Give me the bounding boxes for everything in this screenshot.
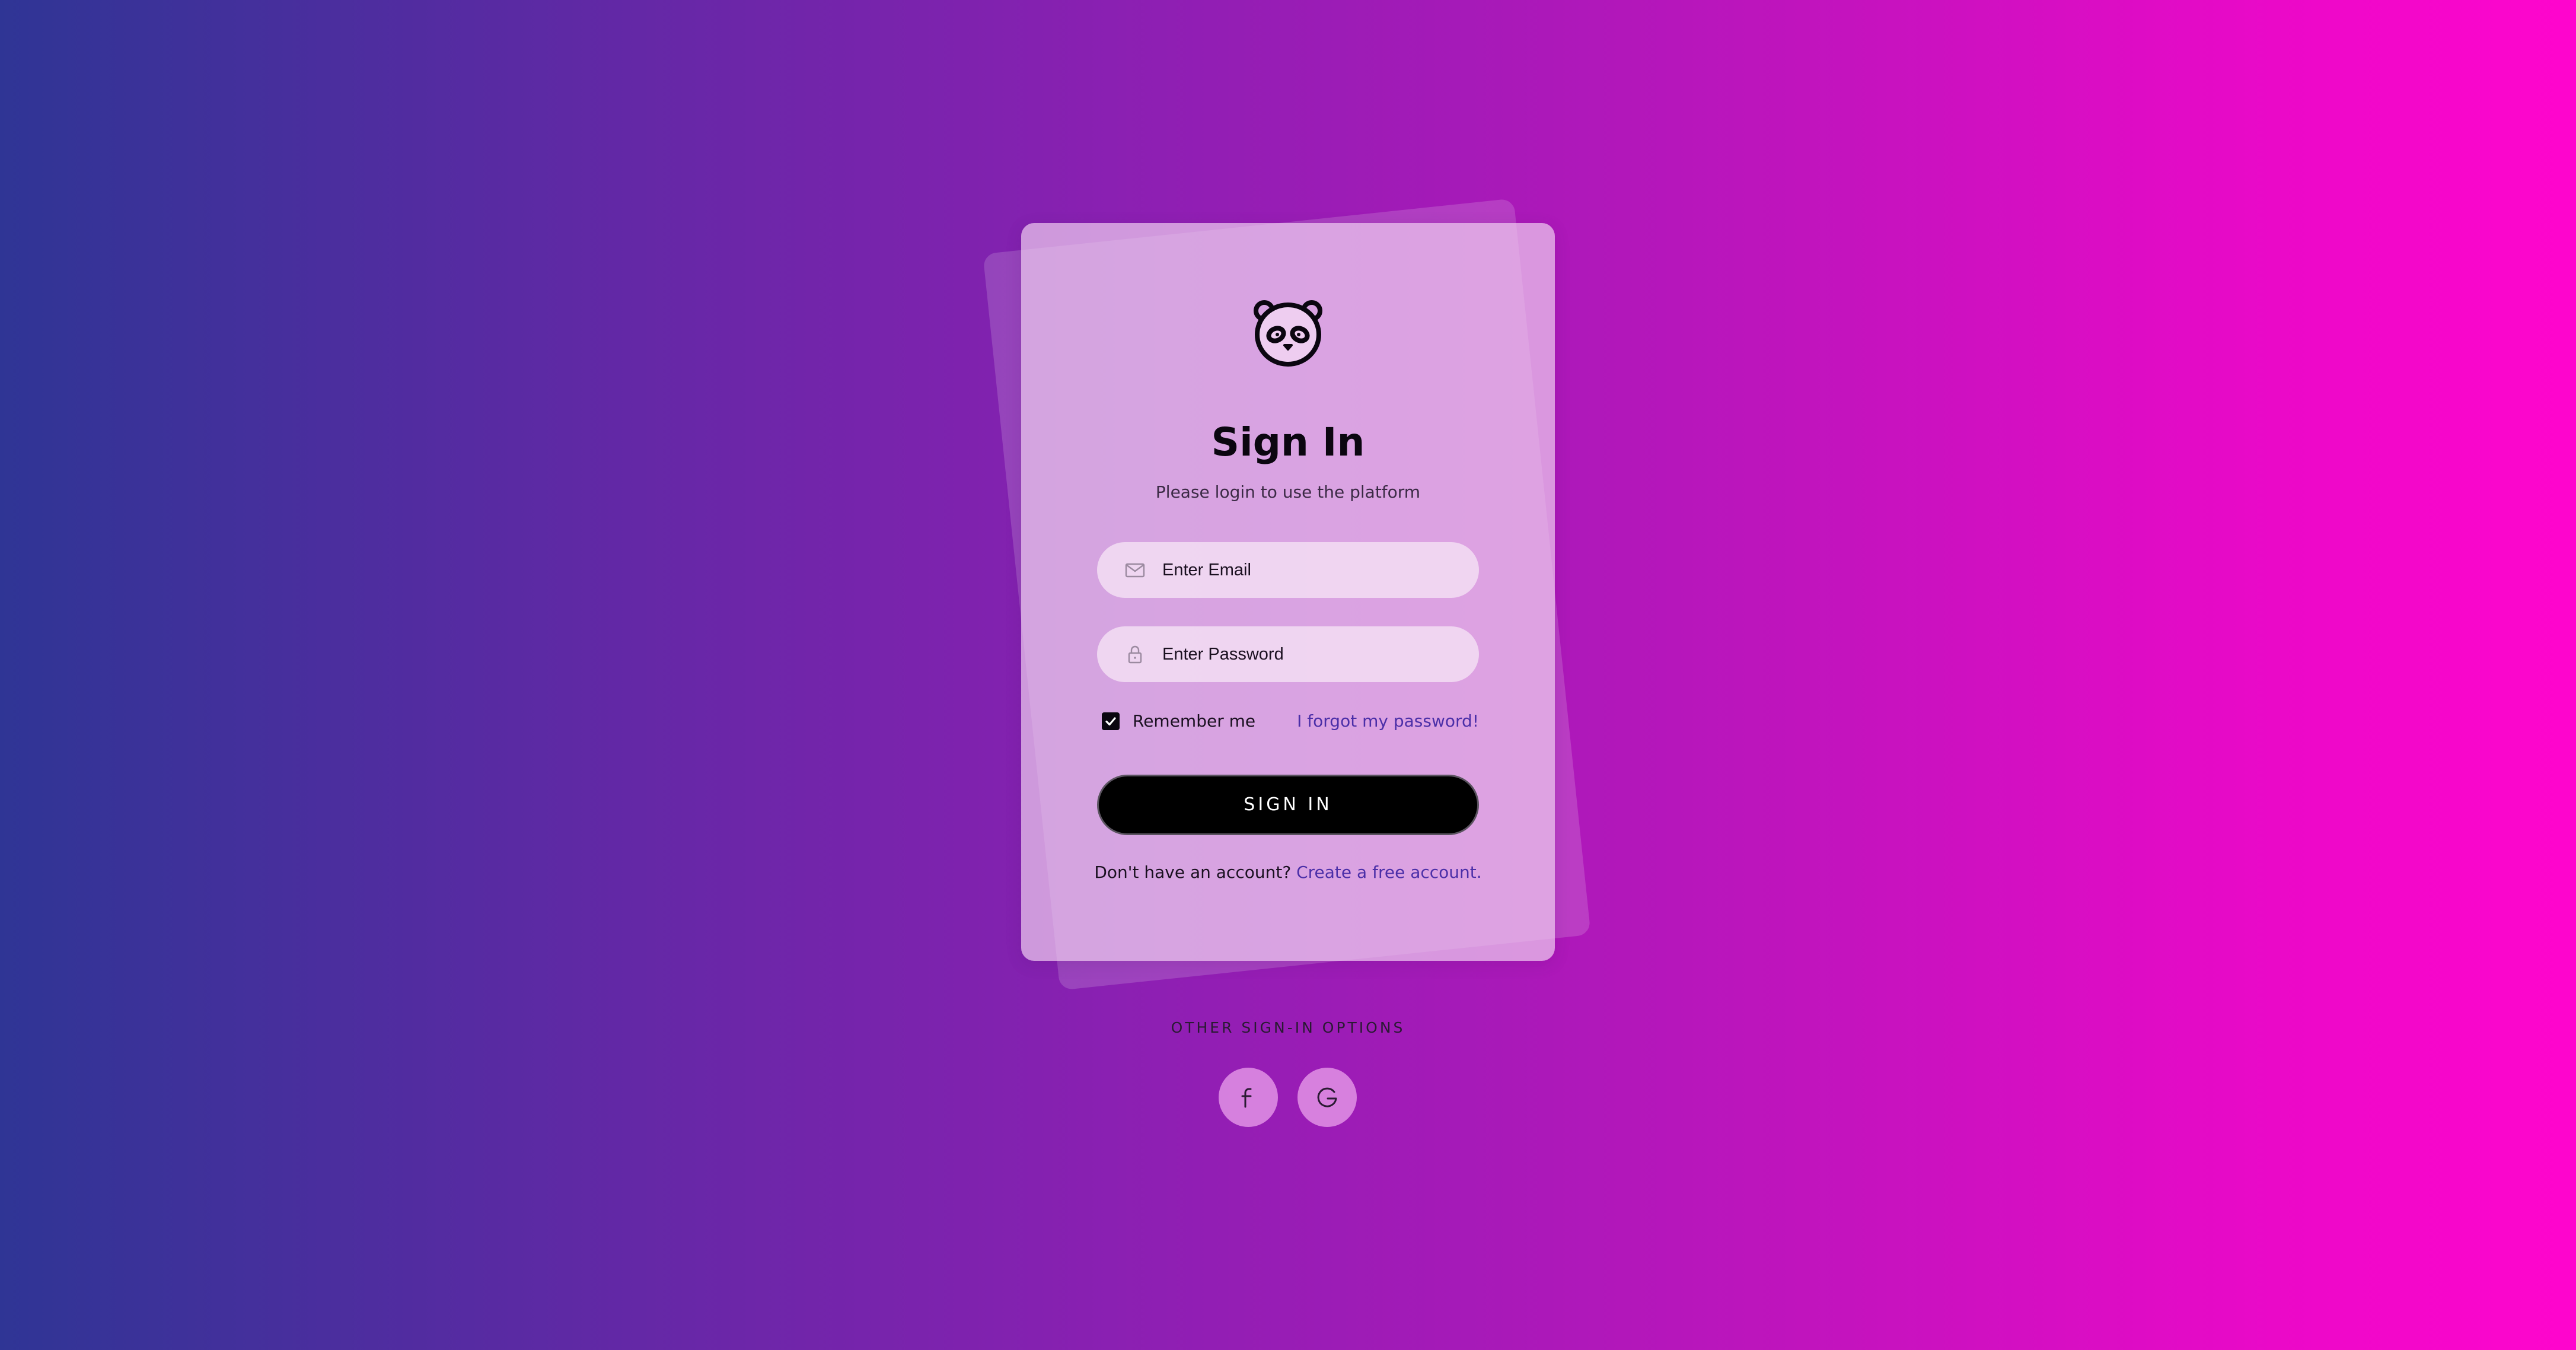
remember-me-label[interactable]: Remember me xyxy=(1133,708,1255,734)
mail-icon xyxy=(1125,563,1145,578)
login-card: Sign In Please login to use the platform… xyxy=(1021,223,1555,961)
panda-icon xyxy=(1254,300,1322,367)
google-icon xyxy=(1317,1087,1337,1107)
lock-icon xyxy=(1128,645,1142,664)
sign-in-button[interactable]: SIGN IN xyxy=(1097,775,1479,835)
checkmark-icon xyxy=(1105,717,1116,726)
create-account-link[interactable]: Create a free account. xyxy=(1296,862,1482,882)
page-subtitle: Please login to use the platform xyxy=(1155,482,1421,502)
password-input[interactable] xyxy=(1162,626,1459,682)
remember-me-checkbox[interactable] xyxy=(1102,712,1120,730)
email-field-container[interactable] xyxy=(1097,542,1479,598)
signup-row: Don't have an account? Create a free acc… xyxy=(1021,860,1555,885)
google-sign-in-button[interactable] xyxy=(1297,1068,1357,1127)
email-input[interactable] xyxy=(1162,542,1459,598)
facebook-icon xyxy=(1241,1088,1252,1108)
password-field-container[interactable] xyxy=(1097,626,1479,682)
signup-prompt: Don't have an account? xyxy=(1094,862,1292,882)
page-title: Sign In xyxy=(1211,419,1365,465)
other-sign-in-options-label: OTHER SIGN-IN OPTIONS xyxy=(1171,1019,1405,1036)
forgot-password-link[interactable]: I forgot my password! xyxy=(1297,708,1479,734)
options-row: Remember me I forgot my password! xyxy=(1102,708,1479,734)
facebook-sign-in-button[interactable] xyxy=(1219,1068,1278,1127)
